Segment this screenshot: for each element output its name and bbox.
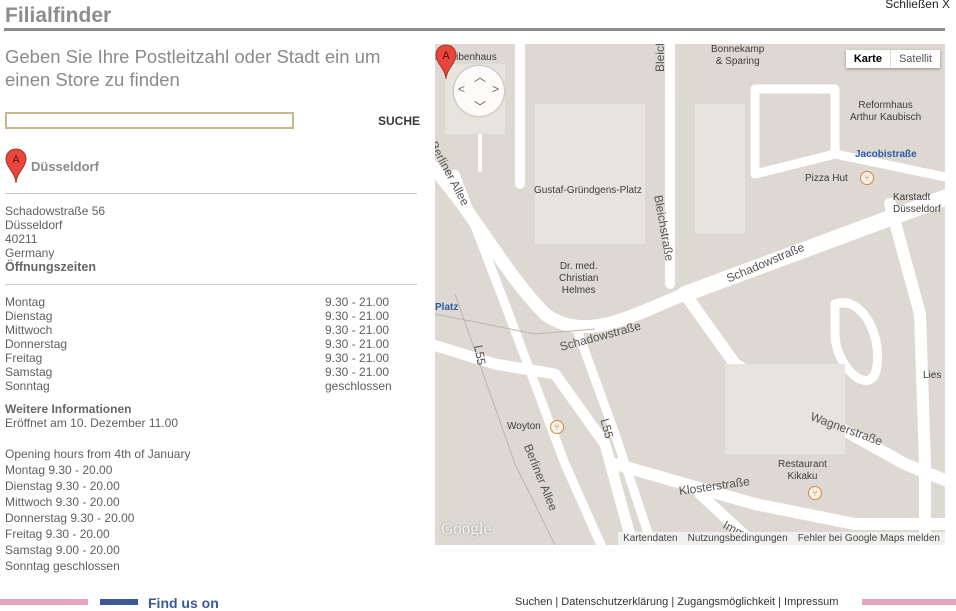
kartendaten-link[interactable]: Kartendaten xyxy=(618,532,683,545)
zoom-slider[interactable] xyxy=(478,134,482,172)
hours-day: Donnerstag xyxy=(5,337,68,351)
hours-row: Mittwoch 9.30 - 21.00 xyxy=(5,323,400,337)
address-block: Schadowstraße 56 Düsseldorf 40211 German… xyxy=(5,204,105,274)
report-error-link[interactable]: Fehler bei Google Maps melden xyxy=(793,532,945,545)
hours-time: geschlossen xyxy=(325,379,392,393)
cafe-icon[interactable]: ⑂ xyxy=(550,420,564,434)
nutzungsbedingungen-link[interactable]: Nutzungsbedingungen xyxy=(683,532,793,545)
hours-row: Donnerstag 9.30 - 21.00 xyxy=(5,337,400,351)
footer-accent-left xyxy=(0,599,88,605)
more-info-block: Weitere Informationen Eröffnet am 10. De… xyxy=(5,402,178,430)
search-input[interactable] xyxy=(5,112,294,129)
store-map[interactable]: Karte Satellit ︿ ﹀ < > scheibenhaus Bonn… xyxy=(435,44,945,545)
pan-right-icon[interactable]: > xyxy=(492,82,499,96)
divider xyxy=(5,284,417,285)
hours-row: Dienstag 9.30 - 21.00 xyxy=(5,309,400,323)
address-zip: 40211 xyxy=(5,232,38,246)
pan-control[interactable]: ︿ ﹀ < > xyxy=(454,66,504,116)
pan-down-icon[interactable]: ﹀ xyxy=(474,98,486,115)
special-hours-item: Freitag 9.30 - 20.00 xyxy=(5,527,110,541)
title-divider xyxy=(4,28,945,31)
hours-day: Mittwoch xyxy=(5,323,53,337)
map-label-woyton: Woyton xyxy=(507,421,541,432)
hours-day: Dienstag xyxy=(5,309,53,323)
intro-text: Geben Sie Ihre Postleitzahl oder Stadt e… xyxy=(5,46,381,90)
pan-left-icon[interactable]: < xyxy=(458,82,465,96)
map-label-jacobistrasse: Jacobistraße xyxy=(855,149,917,160)
page-title: Filialfinder xyxy=(5,4,112,27)
close-button[interactable]: Schließen X xyxy=(885,0,950,11)
map-type-satellit[interactable]: Satellit xyxy=(889,50,940,68)
hours-time: 9.30 - 21.00 xyxy=(325,309,390,323)
hours-time: 9.30 - 21.00 xyxy=(325,295,390,309)
pan-up-icon[interactable]: ︿ xyxy=(474,68,486,85)
address-country: Germany xyxy=(5,246,55,260)
restaurant-icon[interactable]: ⑂ xyxy=(860,171,874,185)
divider xyxy=(5,193,417,194)
hours-time: 9.30 - 21.00 xyxy=(325,337,390,351)
hours-row: Freitag 9.30 - 21.00 xyxy=(5,351,400,365)
hours-day: Sonntag xyxy=(5,379,50,393)
find-us-text[interactable]: Find us on xyxy=(148,595,219,611)
map-type-karte[interactable]: Karte xyxy=(846,50,890,68)
map-label-platz: Platz xyxy=(435,302,459,313)
street-bleichstrasse-top: Bleichstraße xyxy=(653,44,667,72)
special-hours-item: Dienstag 9.30 - 20.00 xyxy=(5,479,120,493)
special-hours-item: Opening hours from 4th of January xyxy=(5,447,191,461)
hours-time: 9.30 - 21.00 xyxy=(325,365,390,379)
map-marker-icon[interactable]: A xyxy=(435,44,457,80)
google-logo: Google xyxy=(441,519,492,538)
map-label-lies: Lies xyxy=(923,370,942,381)
address-street: Schadowstraße 56 xyxy=(5,204,106,218)
map-marker-icon: A xyxy=(5,148,27,184)
map-label-reformhaus: Reformhaus Arthur Kaubisch xyxy=(850,100,922,123)
facebook-icon[interactable] xyxy=(100,599,138,605)
hours-row: Montag 9.30 - 21.00 xyxy=(5,295,400,309)
map-label-gustaf: Gustaf-Gründgens-Platz xyxy=(534,185,642,196)
result-header[interactable]: A Düsseldorf xyxy=(5,148,417,184)
special-hours-item: Mittwoch 9.30 - 20.00 xyxy=(5,495,120,509)
opened-text: Eröffnet am 10. Dezember 11.00 xyxy=(5,416,178,430)
special-hours-list: Opening hours from 4th of January Montag… xyxy=(5,446,190,574)
footer-links[interactable]: Suchen | Datenschutzerklärung | Zugangsm… xyxy=(515,596,838,608)
map-label-bonnekamp: Bonnekamp & Sparing xyxy=(711,44,765,67)
map-label-dr-med: Dr. med. Christian Helmes xyxy=(559,261,599,296)
hours-row: Sonntag geschlossen xyxy=(5,379,400,393)
address-city: Düsseldorf xyxy=(5,218,63,232)
hours-row: Samstag 9.30 - 21.00 xyxy=(5,365,400,379)
hours-time: 9.30 - 21.00 xyxy=(325,323,390,337)
map-type-control[interactable]: Karte Satellit xyxy=(845,50,940,68)
special-hours-item: Samstag 9.00 - 20.00 xyxy=(5,543,120,557)
hours-day: Freitag xyxy=(5,351,43,365)
footer-accent-right xyxy=(862,599,956,605)
map-label-karstadt: Karstadt Düsseldorf xyxy=(893,192,941,215)
map-label-pizza-hut: Pizza Hut xyxy=(805,173,848,184)
result-city: Düsseldorf xyxy=(31,159,99,174)
opening-hours-heading: Öffnungszeiten xyxy=(5,260,96,274)
more-info-heading: Weitere Informationen xyxy=(5,402,132,416)
map-attribution: Kartendaten Nutzungsbedingungen Fehler b… xyxy=(618,532,945,545)
hours-day: Samstag xyxy=(5,365,53,379)
special-hours-item: Donnerstag 9.30 - 20.00 xyxy=(5,511,135,525)
restaurant-icon[interactable]: ⑂ xyxy=(808,486,822,500)
hours-time: 9.30 - 21.00 xyxy=(325,351,390,365)
map-label-restaurant: Restaurant Kikaku xyxy=(778,459,827,482)
marker-letter: A xyxy=(442,50,450,62)
search-button[interactable]: SUCHE xyxy=(370,112,420,129)
special-hours-item: Montag 9.30 - 20.00 xyxy=(5,463,113,477)
hours-day: Montag xyxy=(5,295,46,309)
marker-letter: A xyxy=(12,154,20,166)
special-hours-item: Sonntag geschlossen xyxy=(5,559,120,573)
